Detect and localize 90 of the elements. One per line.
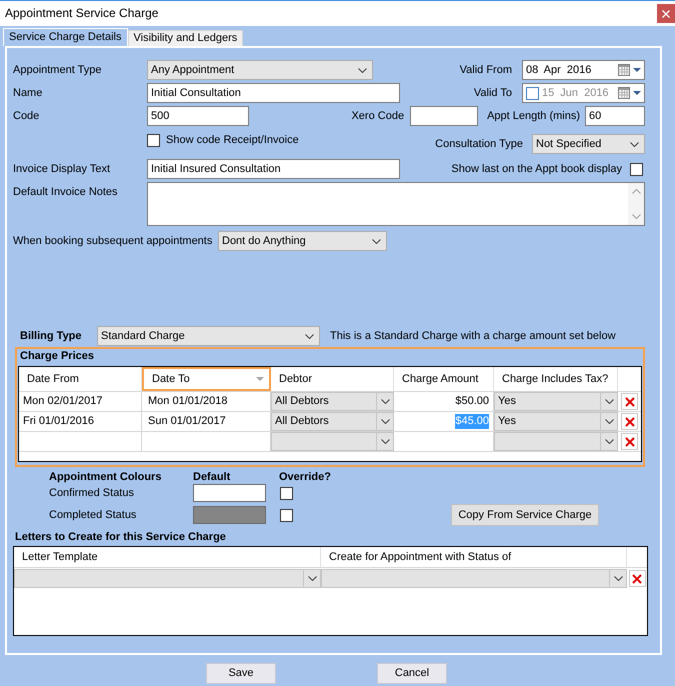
cross-icon [624, 436, 634, 446]
field-label: Valid From [460, 62, 512, 78]
column-header[interactable]: Charge Includes Tax? [494, 367, 618, 391]
invoice-display-text-field[interactable]: Initial Insured Consultation [147, 159, 400, 179]
chevron-down-icon [614, 576, 622, 581]
tab[interactable]: Service Charge Details [3, 28, 128, 46]
chevron-down-icon [380, 439, 390, 444]
chevron-down-icon [604, 439, 614, 444]
caret-down-icon [633, 91, 641, 95]
field-label: Valid To [474, 86, 512, 100]
field-label: Name [13, 86, 42, 98]
chevron-down-icon [380, 399, 390, 404]
field-label: Default Invoice Notes [13, 186, 118, 198]
tax-dropdown[interactable]: Yes [494, 412, 618, 431]
chevron-down-icon [604, 419, 614, 424]
column-header[interactable]: Date From [19, 367, 142, 391]
caret-down-icon [633, 68, 641, 72]
field-label: Invoice Display Text [13, 162, 110, 174]
field-label: Appointment Type [13, 64, 102, 76]
calendar-icon [618, 87, 630, 99]
appt-length-field[interactable]: 60 [585, 106, 645, 126]
code-field[interactable]: 500 [147, 106, 249, 126]
appointment-type-dropdown[interactable]: Any Appointment [147, 60, 373, 80]
chevron-down-icon [372, 238, 381, 244]
chevron-down-icon [305, 334, 314, 338]
chevron-down-icon [630, 142, 639, 146]
valid-from-picker[interactable]: 08 Apr 2016 [522, 60, 645, 80]
column-header[interactable]: Date To [142, 367, 271, 391]
invoice-notes-field[interactable] [147, 182, 645, 226]
field-label: Completed Status [49, 508, 136, 520]
dialog-button[interactable]: Cancel [377, 663, 447, 684]
caret-down-icon [256, 377, 264, 381]
chevron-down-icon [604, 399, 614, 404]
field-label: Confirmed Status [49, 486, 134, 498]
billing-note: This is a Standard Charge with a charge amount set below [330, 328, 616, 344]
table-cell: Mon 02/01/2017 [19, 392, 142, 411]
chevron-down-icon [308, 576, 316, 581]
debtor-dropdown[interactable]: All Debtors [271, 392, 394, 411]
chevron-down-icon [380, 419, 390, 424]
cross-icon [632, 574, 642, 584]
name-field[interactable]: Initial Consultation [147, 83, 400, 103]
field-label: Show last on the Appt book display [451, 162, 622, 176]
field-label: Appt Length (mins) [487, 108, 580, 124]
group-title: Charge Prices [20, 349, 94, 364]
field-label: Show code Receipt/Invoice [166, 134, 299, 146]
delete-button[interactable] [621, 393, 638, 410]
field-label: Consultation Type [435, 138, 523, 150]
billing-type-dropdown[interactable]: Standard Charge [97, 326, 320, 346]
checkbox[interactable] [280, 486, 293, 500]
close-icon [662, 10, 670, 18]
subsequent-booking-dropdown[interactable]: Dont do Anything [218, 231, 387, 251]
debtor-dropdown[interactable]: All Debtors [271, 412, 394, 431]
checkbox[interactable] [630, 162, 643, 176]
checkbox[interactable] [280, 508, 293, 522]
color-swatch[interactable] [193, 484, 266, 502]
column-header[interactable]: Create for Appointment with Status of [321, 547, 627, 567]
checkbox[interactable] [147, 134, 160, 147]
delete-button[interactable] [628, 570, 646, 587]
table-cell: Fri 01/01/2016 [19, 412, 142, 431]
column-header[interactable]: Letter Template [14, 547, 321, 567]
field-label: Default [193, 470, 230, 482]
color-swatch[interactable] [193, 506, 266, 524]
section-title: Letters to Create for this Service Charge [15, 531, 226, 544]
window-title: Appointment Service Charge [5, 5, 158, 21]
chevron-up-icon [632, 189, 640, 194]
dialog-button[interactable]: Save [206, 663, 276, 684]
field-label: Override? [279, 470, 331, 484]
tab[interactable]: Visibility and Ledgers [128, 30, 244, 46]
field-label: When booking subsequent appointments [13, 234, 212, 246]
consultation-type-dropdown[interactable]: Not Specified [532, 134, 645, 154]
close-button[interactable] [657, 4, 675, 23]
checkbox[interactable] [526, 86, 539, 100]
field-label: Xero Code [351, 108, 404, 124]
cross-icon [624, 396, 634, 406]
chevron-down-icon [358, 68, 367, 72]
scrollbar[interactable] [628, 183, 644, 225]
xero-code-field[interactable] [410, 106, 478, 126]
column-header[interactable]: Charge Amount [394, 367, 494, 391]
copy-button[interactable]: Copy From Service Charge [451, 504, 599, 526]
delete-button[interactable] [621, 413, 638, 430]
chevron-down-icon [632, 214, 640, 219]
calendar-icon [618, 64, 630, 76]
table-cell: $45.00 [394, 412, 494, 431]
field-label: Billing Type [20, 330, 82, 342]
column-header[interactable]: Debtor [271, 367, 394, 391]
field-label: Appointment Colours [49, 470, 162, 482]
cross-icon [624, 416, 634, 426]
tax-dropdown[interactable]: Yes [494, 392, 618, 411]
field-label: Code [13, 110, 40, 122]
delete-button[interactable] [621, 433, 638, 450]
